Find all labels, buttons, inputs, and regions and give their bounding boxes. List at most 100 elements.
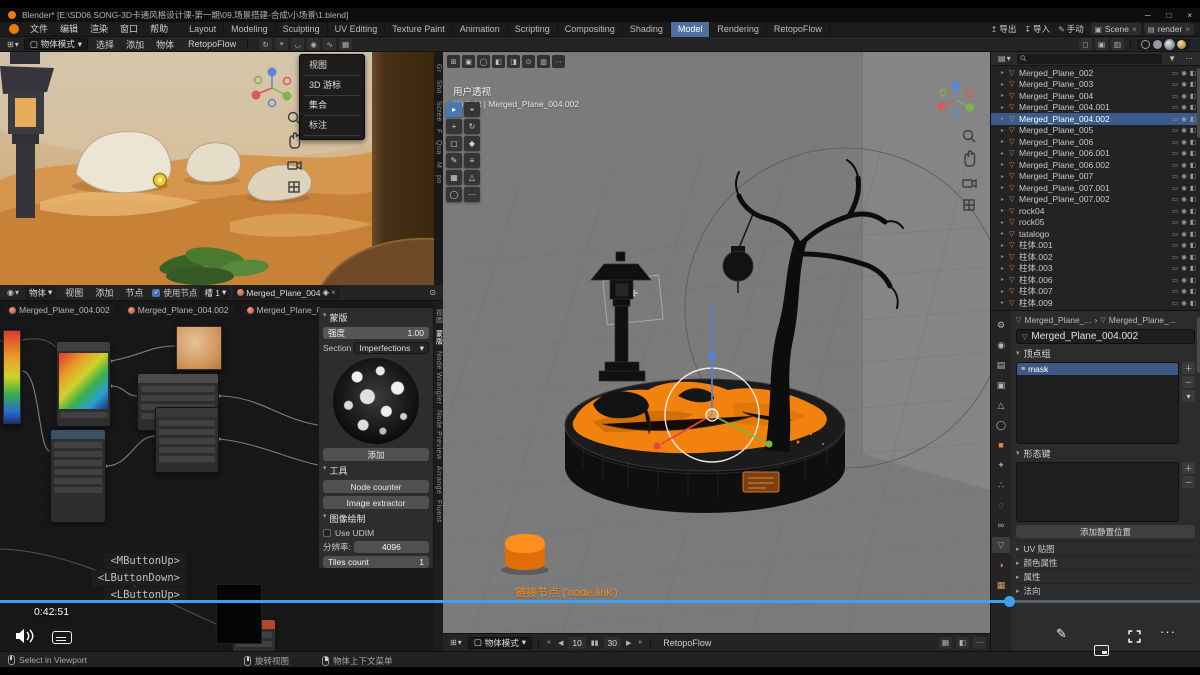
viewport-visibility-icon[interactable]: ▭ xyxy=(1172,184,1178,192)
shader-type-dropdown[interactable]: 物体▾ xyxy=(25,286,56,300)
viewport-visibility-icon[interactable]: ▭ xyxy=(1172,253,1178,261)
rendered-preview-viewport[interactable]: 视图3D 游标集合标注 GrShoScreeFQuaMpo xyxy=(0,52,443,285)
shape-keys-section[interactable]: ▾形态键 xyxy=(1016,447,1195,459)
sidebar-tab[interactable]: 视图 xyxy=(434,309,444,324)
outliner-row[interactable]: ▸ ▽ 柱体.002 ▭◉◧ xyxy=(991,251,1200,263)
expand-caret-icon[interactable]: ▸ xyxy=(1001,276,1009,283)
hide-icon[interactable]: ◉ xyxy=(1181,299,1187,307)
context-menu-item[interactable]: 标注 xyxy=(300,117,364,134)
render-visibility-icon[interactable]: ◧ xyxy=(1190,276,1196,284)
render-visibility-icon[interactable]: ◧ xyxy=(1190,172,1196,180)
hide-icon[interactable]: ◉ xyxy=(1181,149,1187,157)
viewport-visibility-icon[interactable]: ▭ xyxy=(1172,230,1178,238)
outliner-row[interactable]: ▸ ▽ Merged_Plane_007.002 ▭◉◧ xyxy=(991,194,1200,206)
expand-caret-icon[interactable]: ▸ xyxy=(1001,92,1009,99)
properties-tab[interactable]: △ xyxy=(992,397,1010,413)
pause-icon[interactable]: ▮▮ xyxy=(589,639,601,647)
properties-tab[interactable]: ■ xyxy=(992,437,1010,453)
viewport-header-icon[interactable]: ▥ xyxy=(537,55,550,68)
outliner-row[interactable]: ▸ ▽ 柱体.009 ▭◉◧ xyxy=(991,297,1200,309)
properties-tab[interactable]: ◉ xyxy=(992,337,1010,353)
viewport-visibility-icon[interactable]: ▭ xyxy=(1172,241,1178,249)
colorramp-node[interactable] xyxy=(56,341,111,427)
retopoflow-menu[interactable]: RetopoFlow xyxy=(657,638,717,648)
vertex-groups-section[interactable]: ▾顶点组 xyxy=(1016,347,1195,359)
hide-icon[interactable]: ◉ xyxy=(1181,230,1187,238)
shape-key-list[interactable] xyxy=(1016,462,1179,522)
outliner-row[interactable]: ▸ ▽ 柱体.007 ▭◉◧ xyxy=(991,286,1200,298)
toolbar-icon[interactable]: ◡ xyxy=(291,38,304,50)
outliner-row[interactable]: ▸ ▽ Merged_Plane_007 ▭◉◧ xyxy=(991,171,1200,183)
render-visibility-icon[interactable]: ◧ xyxy=(1190,287,1196,295)
collapsed-section[interactable]: ▸UV 贴图 xyxy=(1016,541,1195,555)
sidebar-tab[interactable]: M xyxy=(435,162,442,168)
expand-caret-icon[interactable]: ▸ xyxy=(1001,242,1009,249)
remove-item-button[interactable]: － xyxy=(1182,376,1195,388)
viewport-visibility-icon[interactable]: ▭ xyxy=(1172,92,1178,100)
datablock-name-field[interactable]: ▽ Merged_Plane_004.002 xyxy=(1016,329,1195,344)
toolbar-icon[interactable]: ▦ xyxy=(339,38,352,50)
more-options-icon[interactable]: ··· xyxy=(1160,624,1176,639)
viewport-visibility-icon[interactable]: ▭ xyxy=(1172,218,1178,226)
viewport-visibility-icon[interactable]: ▭ xyxy=(1172,126,1178,134)
minimize-button[interactable]: ─ xyxy=(1145,11,1151,20)
scene-selector[interactable]: ▣Scene× xyxy=(1091,23,1141,35)
expand-caret-icon[interactable]: ▸ xyxy=(1001,196,1009,203)
outliner-row[interactable]: ▸ ▽ 柱体.003 ▭◉◧ xyxy=(991,263,1200,275)
retopoflow-menu[interactable]: RetopoFlow xyxy=(182,39,242,49)
viewport-tool-button[interactable]: + xyxy=(446,119,462,134)
properties-tab[interactable]: ✦ xyxy=(992,457,1010,473)
hide-icon[interactable]: ◉ xyxy=(1181,195,1187,203)
render-visibility-icon[interactable]: ◧ xyxy=(1190,218,1196,226)
render-visibility-icon[interactable]: ◧ xyxy=(1190,195,1196,203)
vertex-group-item[interactable]: ≡mask xyxy=(1017,363,1178,375)
render-visibility-icon[interactable]: ◧ xyxy=(1190,126,1196,134)
viewport-tool-button[interactable]: ✎ xyxy=(446,153,462,168)
outliner-row[interactable]: ▸ ▽ Merged_Plane_007.001 ▭◉◧ xyxy=(991,182,1200,194)
video-progress-bar[interactable] xyxy=(0,600,1200,603)
workspace-tab[interactable]: Sculpting xyxy=(276,22,328,37)
node-breadcrumb[interactable]: Merged_Plane_004.002 xyxy=(4,304,115,316)
fake-user-icon[interactable]: ◈ xyxy=(322,287,329,298)
sidebar-tab[interactable]: F xyxy=(435,129,442,134)
sidebar-tab[interactable]: Sho xyxy=(435,80,442,94)
hide-icon[interactable]: ◉ xyxy=(1181,207,1187,215)
hide-icon[interactable]: ◉ xyxy=(1181,69,1187,77)
use-nodes-checkbox[interactable]: ✓ xyxy=(152,289,160,297)
section-dropdown[interactable]: Imperfections▾ xyxy=(354,342,429,354)
viewport-tool-button[interactable]: ◯ xyxy=(446,187,462,202)
hide-icon[interactable]: ◉ xyxy=(1181,264,1187,272)
render-visibility-icon[interactable]: ◧ xyxy=(1190,103,1196,111)
workspace-tab[interactable]: Model xyxy=(671,22,711,37)
preview-scene[interactable] xyxy=(0,52,443,285)
blender-menu-icon[interactable] xyxy=(9,24,19,34)
outliner-row[interactable]: ▸ ▽ Merged_Plane_006 ▭◉◧ xyxy=(991,136,1200,148)
collapsed-section[interactable]: ▸属性 xyxy=(1016,569,1195,583)
add-button[interactable]: 添加 xyxy=(323,448,429,461)
properties-tab[interactable]: ⚙ xyxy=(992,317,1010,333)
solid-shading-icon[interactable] xyxy=(1153,40,1162,49)
workspace-tab[interactable]: Modeling xyxy=(224,22,276,37)
outliner-row[interactable]: ▸ ▽ rock05 ▭◉◧ xyxy=(991,217,1200,229)
unlink-scene-icon[interactable]: × xyxy=(1132,25,1137,34)
outliner-row[interactable]: ▸ ▽ rock04 ▭◉◧ xyxy=(991,205,1200,217)
sidebar-tab[interactable]: Qua xyxy=(435,140,442,155)
hide-icon[interactable]: ◉ xyxy=(1181,287,1187,295)
filter-icon[interactable]: ▼ xyxy=(1165,54,1179,63)
sidebar-tab[interactable]: Arrange xyxy=(435,466,442,494)
value-node[interactable] xyxy=(50,429,106,523)
slot-dropdown[interactable]: 槽 1▾ xyxy=(200,286,230,300)
toolbar-icon[interactable]: ∿ xyxy=(323,38,336,50)
viewport-tool-button[interactable]: ↻ xyxy=(464,119,480,134)
hide-icon[interactable]: ◉ xyxy=(1181,103,1187,111)
colorramp-node[interactable] xyxy=(2,329,22,425)
viewport-tool-button[interactable]: ◆ xyxy=(464,136,480,151)
tool-button[interactable]: Node counter xyxy=(323,480,429,493)
jump-end-icon[interactable]: » xyxy=(636,639,644,646)
viewport-visibility-icon[interactable]: ▭ xyxy=(1172,299,1178,307)
viewport-nav-icons[interactable] xyxy=(961,128,977,214)
hide-icon[interactable]: ◉ xyxy=(1181,253,1187,261)
3d-viewport[interactable]: ⊞▣◯◧◨⊙▥⋯ 用户透视 (1) light | Merged_Plane_0… xyxy=(443,52,990,633)
viewport-visibility-icon[interactable]: ▭ xyxy=(1172,264,1178,272)
viewport-visibility-icon[interactable]: ▭ xyxy=(1172,172,1178,180)
